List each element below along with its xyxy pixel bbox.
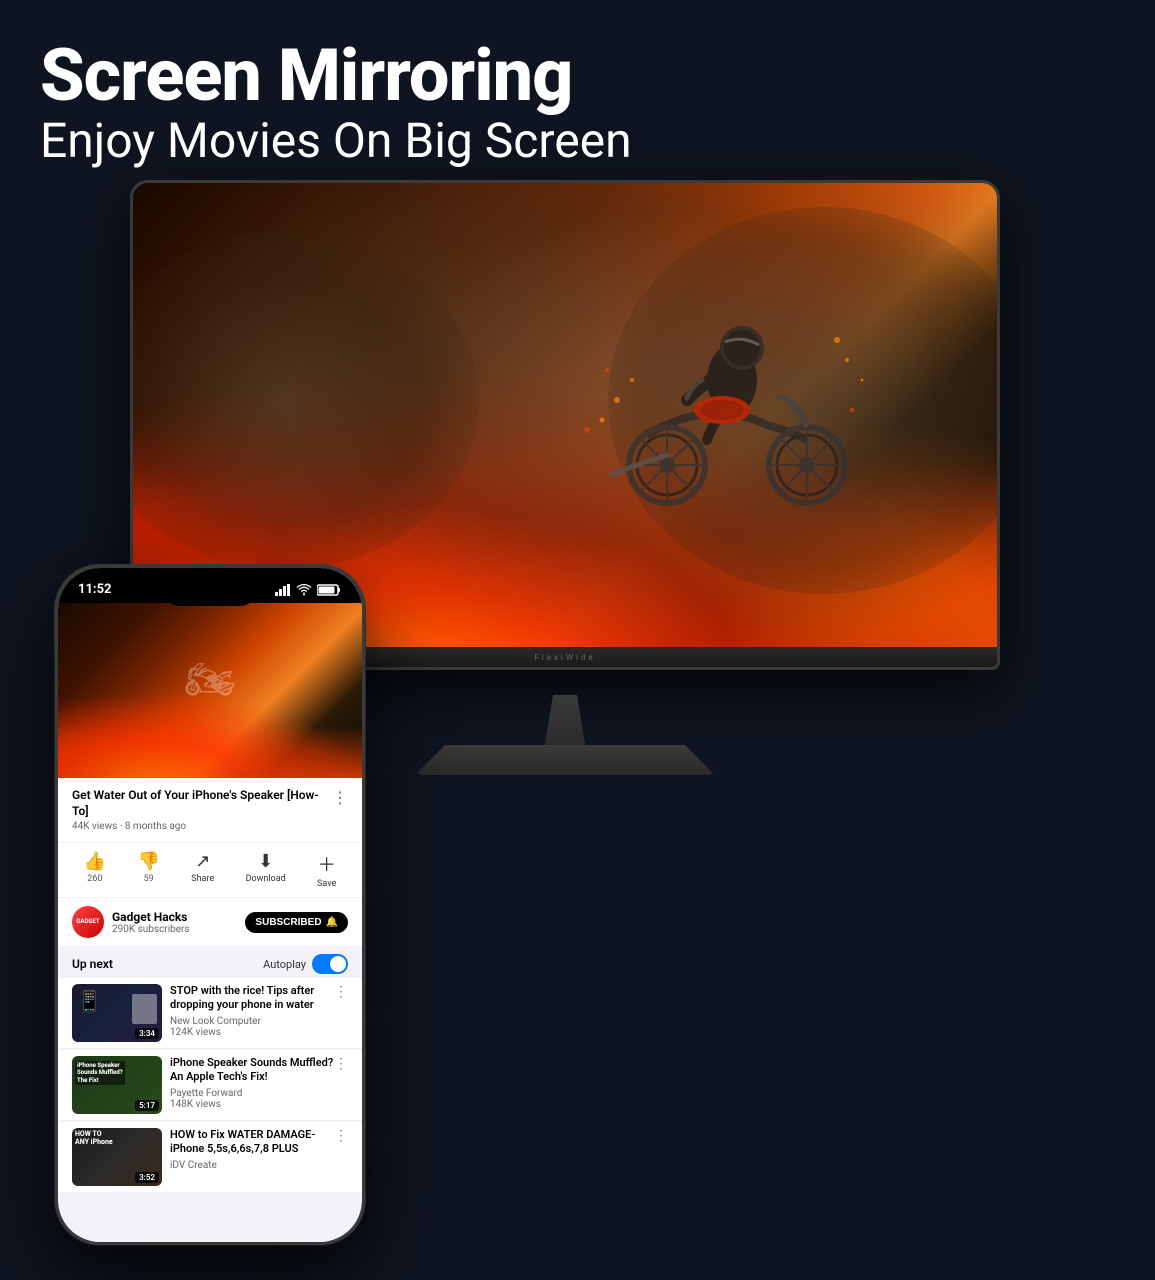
signal-icon <box>275 584 291 596</box>
channel-name[interactable]: Gadget Hacks <box>112 910 245 924</box>
video-list: 📱 3:34 STOP with the rice! Tips after dr… <box>58 978 362 1242</box>
wifi-icon <box>296 584 312 596</box>
main-title: Screen Mirroring <box>40 40 632 112</box>
video-title: Get Water Out of Your iPhone's Speaker [… <box>72 788 327 819</box>
subscribe-button[interactable]: SUBSCRIBED 🔔 <box>245 912 348 933</box>
dislike-button[interactable]: 👎 59 <box>137 851 159 889</box>
video-item-title-3: HOW to Fix WATER DAMAGE- iPhone 5,5s,6,6… <box>170 1128 348 1157</box>
video-item-channel-2: Payette Forward <box>170 1088 348 1099</box>
video-info-section: Get Water Out of Your iPhone's Speaker [… <box>58 778 362 842</box>
share-button[interactable]: ↗ Share <box>191 851 214 889</box>
video-item-channel-1: New Look Computer <box>170 1016 348 1027</box>
phone-video-thumbnail[interactable]: 🏍 <box>58 603 362 778</box>
monitor-stand-neck <box>535 695 595 750</box>
status-bar: 11:52 <box>58 568 362 603</box>
action-buttons: 👍 260 👎 59 ↗ Share ⬇ Download ＋ Save <box>58 842 362 898</box>
video-thumbnail-3: HOW TOANY iPhone 3:52 <box>72 1128 162 1186</box>
video-duration-3: 3:52 <box>135 1172 159 1183</box>
list-item[interactable]: iPhone SpeakerSounds Muffled?The Fix! 5:… <box>58 1050 362 1120</box>
smoke-left <box>133 231 479 570</box>
phone-bike-icon: 🏍 <box>185 656 236 703</box>
iphone-badge: iPhone SpeakerSounds Muffled?The Fix! <box>75 1061 125 1085</box>
video-item-more-3[interactable]: ⋮ <box>334 1128 348 1144</box>
battery-icon <box>317 584 342 596</box>
video-item-views-1: 124K views <box>170 1027 348 1038</box>
download-button[interactable]: ⬇ Download <box>246 851 286 889</box>
video-item-info-2: iPhone Speaker Sounds Muffled? An Apple … <box>170 1056 348 1110</box>
list-item[interactable]: 📱 3:34 STOP with the rice! Tips after dr… <box>58 978 362 1048</box>
status-time: 11:52 <box>78 582 112 597</box>
channel-avatar: GADGET <box>72 906 104 938</box>
channel-details: Gadget Hacks 290K subscribers <box>112 910 245 935</box>
save-icon: ＋ <box>318 851 336 877</box>
dislike-icon: 👎 <box>137 851 159 872</box>
save-button[interactable]: ＋ Save <box>317 851 336 889</box>
phone-screen: 11:52 <box>58 568 362 1242</box>
sub-title: Enjoy Movies On Big Screen <box>40 112 632 170</box>
download-icon: ⬇ <box>258 851 273 872</box>
autoplay-row: Autoplay <box>263 954 348 974</box>
up-next-label: Up next <box>72 957 113 971</box>
autoplay-toggle[interactable] <box>312 954 348 974</box>
monitor-brand: FlexiWide <box>534 653 595 662</box>
video-stats: 44K views · 8 months ago <box>72 821 348 832</box>
video-item-title-1: STOP with the rice! Tips after dropping … <box>170 984 348 1013</box>
channel-info: GADGET Gadget Hacks 290K subscribers SUB… <box>58 898 362 946</box>
video-item-channel-3: iDV Create <box>170 1160 348 1171</box>
video-item-more-2[interactable]: ⋮ <box>334 1056 348 1072</box>
video-duration-1: 3:34 <box>135 1028 159 1039</box>
monitor-bike <box>567 280 867 530</box>
video-title-row: Get Water Out of Your iPhone's Speaker [… <box>72 788 348 819</box>
video-item-info-1: STOP with the rice! Tips after dropping … <box>170 984 348 1038</box>
like-button[interactable]: 👍 260 <box>84 851 106 889</box>
video-item-title-2: iPhone Speaker Sounds Muffled? An Apple … <box>170 1056 348 1085</box>
video-item-views-2: 148K views <box>170 1099 348 1110</box>
video-thumbnail-2: iPhone SpeakerSounds Muffled?The Fix! 5:… <box>72 1056 162 1114</box>
video-thumbnail-1: 📱 3:34 <box>72 984 162 1042</box>
share-icon: ↗ <box>195 851 210 872</box>
video-item-info-3: HOW to Fix WATER DAMAGE- iPhone 5,5s,6,6… <box>170 1128 348 1171</box>
video-item-more-1[interactable]: ⋮ <box>334 984 348 1000</box>
dynamic-island <box>165 578 255 606</box>
video-duration-2: 5:17 <box>135 1100 159 1111</box>
header: Screen Mirroring Enjoy Movies On Big Scr… <box>40 40 632 170</box>
up-next-header: Up next Autoplay <box>58 946 362 978</box>
monitor-stand-base <box>415 745 715 775</box>
video-more-button[interactable]: ⋮ <box>332 788 348 807</box>
phone-frame: 11:52 <box>55 565 365 1245</box>
channel-subscribers: 290K subscribers <box>112 924 245 935</box>
list-item[interactable]: HOW TOANY iPhone 3:52 HOW to Fix WATER D… <box>58 1122 362 1192</box>
phone: 11:52 <box>55 565 365 1245</box>
status-icons <box>275 584 342 596</box>
bell-icon: 🔔 <box>326 917 338 928</box>
like-icon: 👍 <box>84 851 106 872</box>
